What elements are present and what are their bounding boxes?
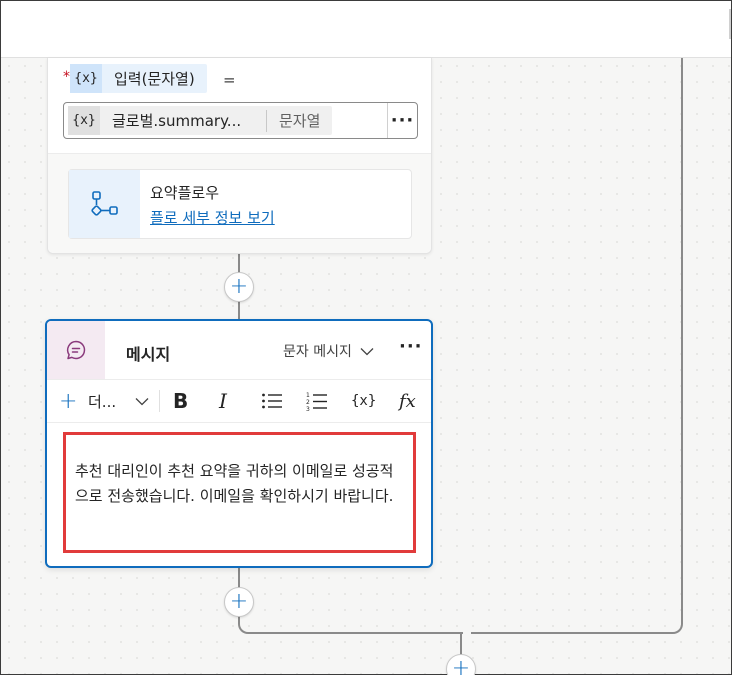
bullet-list-icon — [262, 393, 282, 409]
insert-formula-button[interactable]: fx — [399, 380, 416, 422]
plus-icon: + — [451, 656, 471, 675]
top-bar — [1, 1, 731, 58]
flow-name: 요약플로우 — [150, 184, 220, 202]
message-node-header: 메시지 문자 메시지 ··· — [47, 321, 431, 379]
flow-icon-container — [69, 170, 140, 238]
more-icon: ··· — [390, 110, 415, 131]
variable-icon: {x} — [70, 64, 102, 93]
message-toolbar: + 더... B I 1 2 3 {x} fx — [47, 379, 431, 423]
bold-button[interactable]: B — [173, 380, 188, 422]
value-variable-chip[interactable]: {x} 글로벌.summary... 문자열 — [68, 106, 333, 135]
svg-text:1: 1 — [306, 392, 310, 399]
plus-icon: + — [229, 589, 249, 614]
input-value-field[interactable]: {x} 글로벌.summary... 문자열 ··· — [63, 102, 418, 139]
message-more-button[interactable]: ··· — [399, 336, 423, 357]
add-content-more-label[interactable]: 더... — [88, 380, 116, 422]
flow-action-card[interactable]: * {x} 입력(문자열) = {x} 글로벌.summary... 문자열 ·… — [47, 58, 432, 254]
add-node-button-2[interactable]: + — [224, 587, 254, 617]
branch-line-right — [681, 58, 683, 624]
svg-text:2: 2 — [306, 399, 310, 406]
top-bar-edge — [729, 9, 731, 39]
message-node-title: 메시지 — [126, 345, 171, 364]
message-icon-container — [47, 321, 105, 379]
italic-button[interactable]: I — [219, 380, 227, 422]
value-variable-type: 문자열 — [279, 112, 321, 130]
value-variable-name: 글로벌.summary... — [112, 112, 242, 130]
plus-icon: + — [229, 274, 249, 299]
add-content-button[interactable]: + — [59, 380, 77, 422]
message-text-editor[interactable]: 추천 대리인이 추천 요약을 귀하의 이메일로 성공적으로 전송했습니다. 이메… — [63, 432, 416, 553]
flow-icon — [90, 191, 118, 216]
toolbar-divider — [159, 390, 160, 412]
chat-bubble-icon — [66, 340, 86, 360]
insert-variable-button[interactable]: {x} — [351, 380, 376, 422]
required-indicator: * — [63, 69, 70, 85]
more-options-button[interactable]: ··· — [387, 103, 417, 138]
message-type-dropdown[interactable]: 문자 메시지 — [283, 341, 374, 361]
chevron-down-icon — [360, 347, 374, 355]
chevron-down-icon — [135, 397, 149, 405]
add-node-button-1[interactable]: + — [224, 272, 254, 302]
numbered-list-icon: 1 2 3 — [306, 392, 327, 411]
flow-details-link[interactable]: 플로 세부 정보 보기 — [150, 207, 275, 228]
message-type-label: 문자 메시지 — [283, 344, 352, 360]
variable-icon: {x} — [68, 106, 100, 135]
flow-reference-card[interactable]: 요약플로우 플로 세부 정보 보기 — [68, 169, 412, 239]
branch-curve-left — [238, 613, 463, 634]
equals-sign: = — [223, 71, 236, 89]
branch-curve-right — [471, 613, 683, 634]
numbered-list-button[interactable]: 1 2 3 — [306, 380, 328, 422]
flow-texts: 요약플로우 플로 세부 정보 보기 — [140, 170, 275, 238]
message-node[interactable]: 메시지 문자 메시지 ··· + 더... B I 1 2 3 {x} fx 추… — [45, 319, 433, 568]
add-content-dropdown[interactable] — [135, 380, 149, 422]
svg-text:3: 3 — [306, 406, 310, 411]
input-parameter-label: 입력(문자열) — [114, 70, 195, 88]
bullet-list-button[interactable] — [261, 380, 283, 422]
input-parameter-chip: {x} 입력(문자열) — [70, 64, 207, 93]
